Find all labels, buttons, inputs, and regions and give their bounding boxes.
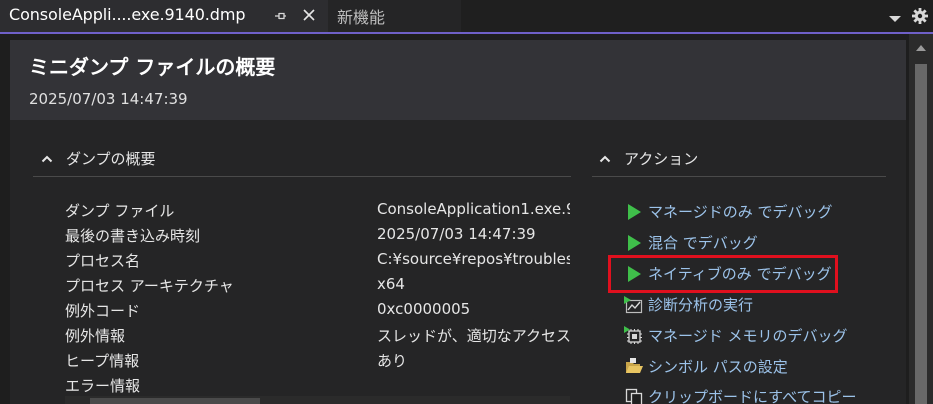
info-values-column: ConsoleApplication1.exe.9140.dmp 2025/07… xyxy=(370,190,570,390)
vertical-scrollbar-thumb[interactable] xyxy=(915,64,927,404)
tab-whats-new[interactable]: 新機能 xyxy=(328,0,461,32)
page-date: 2025/07/03 14:47:39 xyxy=(29,90,188,108)
info-value-exception-code: 0xc0000005 xyxy=(377,300,471,318)
info-label-dump-file: ダンプ ファイル xyxy=(65,202,175,220)
action-copy-all-to-clipboard[interactable]: クリップボードにすべてコピー xyxy=(624,386,857,404)
page-title: ミニダンプ ファイルの概要 xyxy=(29,55,276,79)
info-value-process-architecture: x64 xyxy=(377,275,405,293)
info-value-exception-info: スレッドが、適切なアクセス権 xyxy=(377,327,570,345)
action-label: 混合 でデバッグ xyxy=(648,234,758,252)
folder-open-icon xyxy=(626,357,643,373)
gear-icon[interactable] xyxy=(910,6,930,26)
section-header-actions[interactable]: アクション xyxy=(598,148,698,169)
action-run-diagnostics-analysis[interactable]: 診断分析の実行 xyxy=(624,294,753,315)
info-value-process-name: C:¥source¥repos¥troubleshoot xyxy=(377,250,570,268)
section-divider xyxy=(592,176,886,177)
action-debug-mixed[interactable]: 混合 でデバッグ xyxy=(624,232,758,253)
chevron-up-icon[interactable] xyxy=(40,152,54,166)
action-set-symbol-paths[interactable]: シンボル パスの設定 xyxy=(624,356,788,377)
action-debug-managed-only[interactable]: マネージドのみ でデバッグ xyxy=(624,201,832,222)
play-icon xyxy=(628,234,641,251)
chevron-up-icon[interactable] xyxy=(598,152,612,166)
copy-icon xyxy=(625,388,643,404)
highlight-annotation-box xyxy=(608,255,838,293)
memory-chip-icon xyxy=(624,325,642,344)
info-label-exception-code: 例外コード xyxy=(65,302,141,320)
info-label-exception-info: 例外情報 xyxy=(65,327,126,345)
info-value-last-write-time: 2025/07/03 14:47:39 xyxy=(377,225,536,243)
play-icon xyxy=(628,203,641,220)
info-label-process-name: プロセス名 xyxy=(65,252,141,270)
tab-dump-file[interactable]: ConsoleAppli....exe.9140.dmp xyxy=(0,0,328,32)
info-label-last-write-time: 最後の書き込み時刻 xyxy=(65,227,201,245)
scroll-up-arrow-icon[interactable] xyxy=(914,42,928,54)
tab-title: 新機能 xyxy=(337,8,386,27)
section-divider xyxy=(33,176,571,177)
info-label-error-info: エラー情報 xyxy=(65,377,141,395)
action-label: マネージドのみ でデバッグ xyxy=(648,203,833,221)
pin-icon[interactable] xyxy=(272,8,288,24)
action-debug-managed-memory[interactable]: マネージド メモリのデバッグ xyxy=(624,325,847,346)
action-label: 診断分析の実行 xyxy=(648,296,754,314)
action-label: クリップボードにすべてコピー xyxy=(648,388,857,404)
info-value-heap-info: あり xyxy=(377,352,408,370)
document-tab-strip: ConsoleAppli....exe.9140.dmp 新機能 xyxy=(0,0,933,34)
info-label-process-architecture: プロセス アーキテクチャ xyxy=(65,277,234,295)
chevron-down-icon[interactable] xyxy=(886,9,904,27)
info-value-dump-file: ConsoleApplication1.exe.9140.dmp xyxy=(377,200,570,218)
section-header-dump-summary[interactable]: ダンプの概要 xyxy=(40,148,156,169)
action-label: シンボル パスの設定 xyxy=(648,358,788,376)
info-label-heap-info: ヒープ情報 xyxy=(65,352,140,370)
section-title: アクション xyxy=(624,150,699,168)
tab-title: ConsoleAppli....exe.9140.dmp xyxy=(9,5,246,24)
action-label: マネージド メモリのデバッグ xyxy=(648,327,848,345)
horizontal-scrollbar-thumb[interactable] xyxy=(90,398,260,404)
section-title: ダンプの概要 xyxy=(66,150,156,168)
close-tab-icon[interactable] xyxy=(300,6,318,24)
diagnostics-chart-icon xyxy=(624,295,643,313)
